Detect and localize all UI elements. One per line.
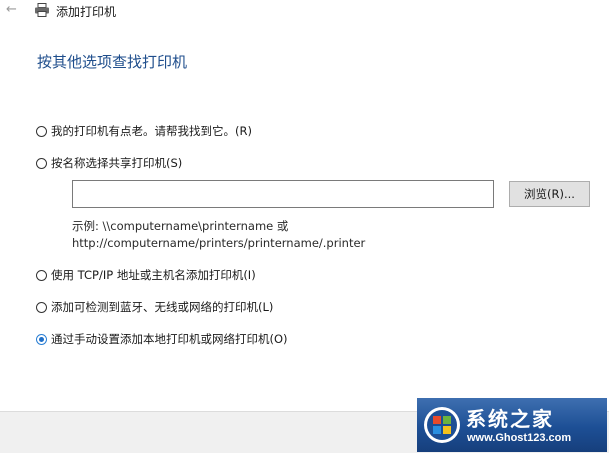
radio-tcpip[interactable] <box>36 269 47 281</box>
watermark-logo: 系统之家 www.Ghost123.com <box>417 398 607 452</box>
option-manual-local[interactable]: 通过手动设置添加本地打印机或网络打印机(O) <box>36 331 288 347</box>
page-heading: 按其他选项查找打印机 <box>37 53 188 71</box>
windows-logo-icon <box>424 407 460 443</box>
option-label: 添加可检测到蓝牙、无线或网络的打印机(L) <box>51 300 274 314</box>
example-text-line2: http://computername/printers/printername… <box>72 236 366 250</box>
option-old-printer[interactable]: 我的打印机有点老。请帮我找到它。(R) <box>36 123 252 139</box>
option-tcpip[interactable]: 使用 TCP/IP 地址或主机名添加打印机(I) <box>36 267 256 283</box>
option-label: 我的打印机有点老。请帮我找到它。(R) <box>51 124 252 138</box>
radio-manual-local[interactable] <box>36 333 47 345</box>
option-shared-printer[interactable]: 按名称选择共享打印机(S) <box>36 155 182 171</box>
browse-button[interactable]: 浏览(R)... <box>509 181 590 207</box>
back-arrow-icon[interactable]: ← <box>6 2 17 17</box>
option-label: 按名称选择共享打印机(S) <box>51 156 183 170</box>
option-bluetooth-wireless[interactable]: 添加可检测到蓝牙、无线或网络的打印机(L) <box>36 299 273 315</box>
radio-shared-printer[interactable] <box>36 157 47 169</box>
window-title: 添加打印机 <box>56 5 117 19</box>
radio-old-printer[interactable] <box>36 125 47 137</box>
watermark-url: www.Ghost123.com <box>467 432 572 444</box>
watermark-title: 系统之家 <box>466 407 554 431</box>
printer-icon <box>35 3 49 17</box>
example-text-line1: 示例: \\computername\printername 或 <box>72 219 289 233</box>
radio-bluetooth-wireless[interactable] <box>36 301 47 313</box>
shared-printer-name-input[interactable] <box>72 180 494 208</box>
title-bar: ← 添加打印机 <box>0 0 609 24</box>
option-label: 通过手动设置添加本地打印机或网络打印机(O) <box>51 332 288 346</box>
option-label: 使用 TCP/IP 地址或主机名添加打印机(I) <box>51 268 256 282</box>
